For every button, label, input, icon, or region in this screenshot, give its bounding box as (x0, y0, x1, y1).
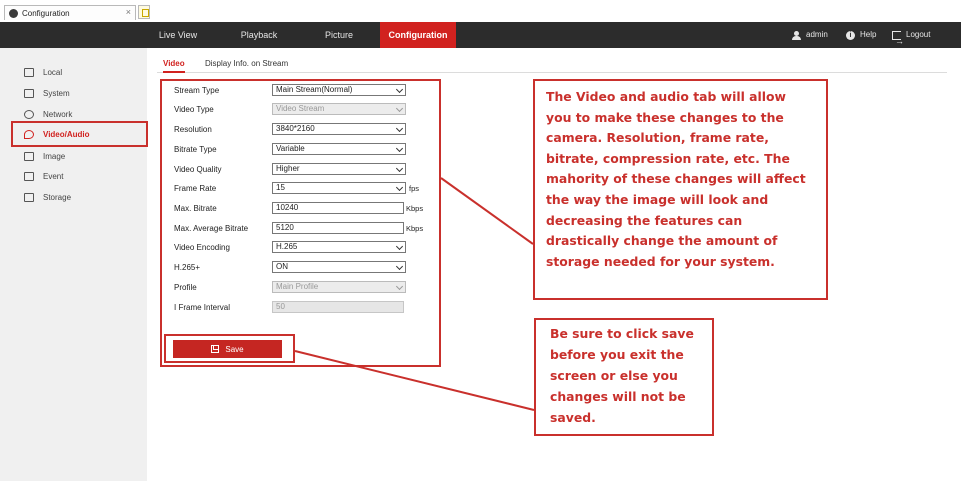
callout-line: bitrate, compression rate, etc. The (546, 150, 790, 166)
callout-line: saved. (550, 410, 596, 425)
callout-video-audio: The Video and audio tab will allow you t… (533, 79, 828, 300)
callout-line: before you exit the (550, 347, 684, 362)
callout-line: decreasing the features can (546, 212, 743, 228)
callout-line: mahority of these changes will affect (546, 171, 806, 187)
callout-line: storage needed for your system. (546, 253, 775, 269)
callout-line: the way the image will look and (546, 191, 769, 207)
callout-line: changes will not be (550, 389, 686, 404)
callout-save: Be sure to click save before you exit th… (534, 318, 714, 436)
callout-line: The Video and audio tab will allow (546, 89, 786, 104)
callout-line: camera. Resolution, frame rate, (546, 130, 769, 146)
callout-line: you to make these changes to the (546, 109, 784, 125)
connector-video-callout (440, 177, 534, 245)
connector-save-callout (294, 350, 535, 411)
callout-line: Be sure to click save (550, 326, 694, 341)
callout-line: drastically change the amount of (546, 233, 778, 249)
callout-line: screen or else you (550, 368, 678, 383)
